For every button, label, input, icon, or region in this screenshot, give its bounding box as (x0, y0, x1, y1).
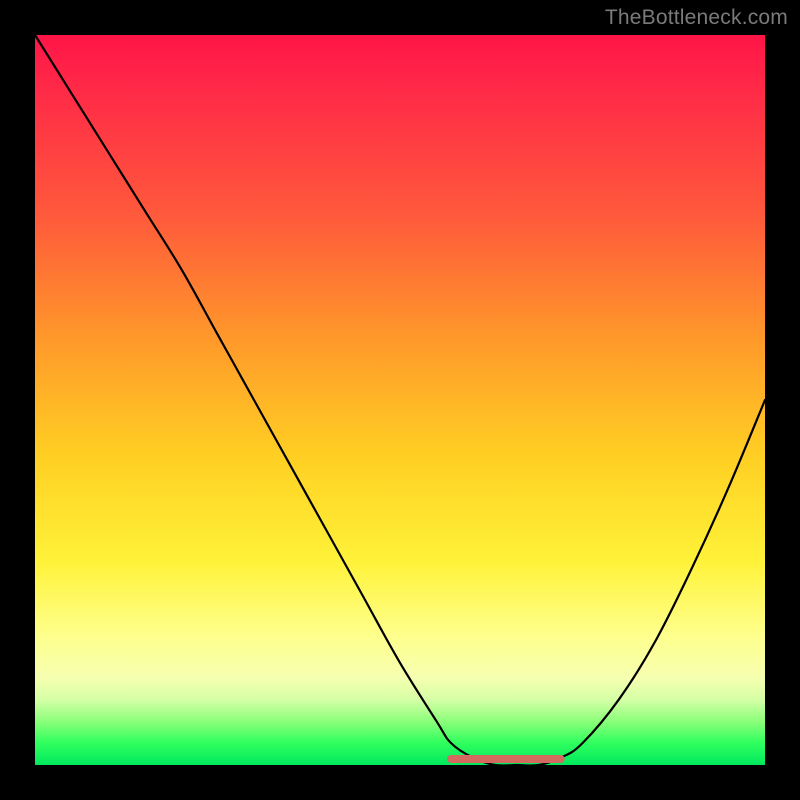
chart-frame: TheBottleneck.com (0, 0, 800, 800)
bottleneck-curve (35, 35, 765, 765)
plot-area (35, 35, 765, 765)
chart-svg (35, 35, 765, 765)
watermark-text: TheBottleneck.com (605, 6, 788, 30)
